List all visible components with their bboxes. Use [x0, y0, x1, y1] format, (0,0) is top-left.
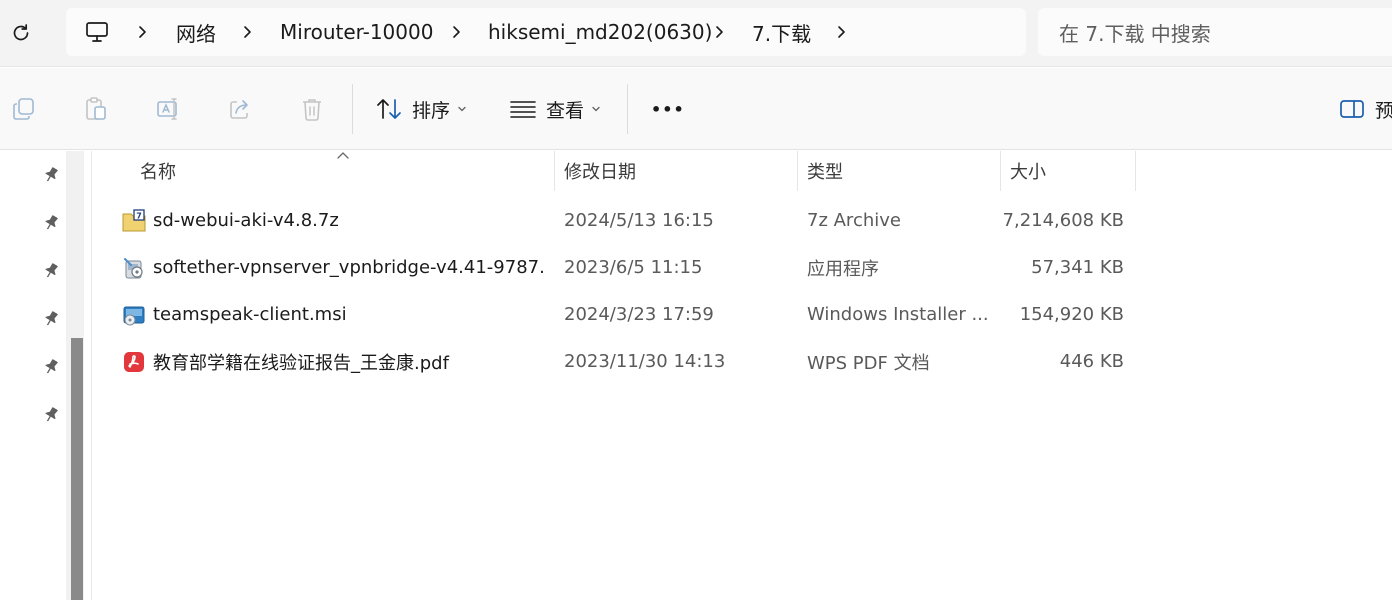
copy-button[interactable] [7, 92, 41, 126]
chevron-down-icon [592, 106, 600, 112]
breadcrumb-item-drive[interactable]: hiksemi_md202(0630) [488, 8, 712, 56]
file-type: Windows Installer ... [807, 304, 987, 325]
column-header-row: 名称 修改日期 类型 大小 [92, 151, 1392, 191]
toolbar-divider [352, 84, 353, 134]
command-bar: 排序 查看 ••• 预 [0, 68, 1392, 150]
chevron-right-icon[interactable] [713, 25, 727, 39]
file-size: 57,341 KB [1031, 257, 1124, 278]
view-label: 查看 [546, 99, 585, 122]
file-modified: 2024/5/13 16:15 [564, 210, 714, 231]
copy-icon [13, 98, 34, 120]
refresh-button[interactable] [6, 18, 36, 48]
file-row[interactable]: 教育部学籍在线验证报告_王金康.pdf 2023/11/30 14:13 WPS… [92, 338, 1392, 385]
file-size: 446 KB [1059, 351, 1124, 372]
view-list-icon [510, 101, 536, 118]
svg-text:7: 7 [136, 212, 142, 221]
file-size: 7,214,608 KB [1002, 210, 1124, 231]
file-row[interactable]: softether-vpnserver_vpnbridge-v4.41-9787… [92, 244, 1392, 291]
pin-icon[interactable] [42, 214, 60, 232]
paste-button[interactable] [79, 92, 113, 126]
refresh-icon [13, 24, 29, 41]
file-size: 154,920 KB [1019, 304, 1124, 325]
file-name[interactable]: 教育部学籍在线验证报告_王金康.pdf [153, 338, 543, 385]
rename-icon [157, 98, 177, 120]
chevron-right-icon[interactable] [241, 25, 255, 39]
file-modified: 2024/3/23 17:59 [564, 304, 714, 325]
pin-icon[interactable] [42, 310, 60, 328]
breadcrumb-item-downloads[interactable]: 7.下载 [752, 8, 811, 56]
column-divider[interactable] [1000, 151, 1001, 191]
chevron-down-icon [458, 106, 466, 112]
share-button[interactable] [223, 92, 257, 126]
column-divider[interactable] [797, 151, 798, 191]
toolbar-divider [627, 84, 628, 134]
chevron-right-icon[interactable] [450, 25, 464, 39]
pin-icon[interactable] [42, 166, 60, 184]
preview-pane-button[interactable]: 预 [1339, 90, 1392, 128]
chevron-right-icon[interactable] [835, 25, 849, 39]
archive-7z-icon: 7 [122, 209, 146, 232]
more-icon: ••• [651, 99, 685, 119]
file-name[interactable]: sd-webui-aki-v4.8.7z [153, 197, 543, 244]
file-type: 应用程序 [807, 258, 879, 280]
column-header-type[interactable]: 类型 [807, 151, 997, 191]
column-header-modified[interactable]: 修改日期 [564, 151, 794, 191]
file-modified: 2023/11/30 14:13 [564, 351, 726, 372]
more-options-button[interactable]: ••• [651, 90, 685, 128]
paste-icon [86, 97, 106, 120]
nav-scrollbar-thumb[interactable] [71, 338, 83, 600]
pin-icon[interactable] [42, 358, 60, 376]
column-divider[interactable] [1135, 151, 1136, 191]
computer-icon[interactable] [85, 21, 109, 43]
preview-pane-icon [1340, 100, 1364, 118]
msi-installer-icon [123, 306, 145, 326]
search-input[interactable]: 在 7.下载 中搜索 [1038, 8, 1392, 56]
file-modified: 2023/6/5 11:15 [564, 257, 703, 278]
rename-button[interactable] [151, 92, 185, 126]
file-type: 7z Archive [807, 210, 901, 231]
column-divider[interactable] [554, 151, 555, 191]
file-name[interactable]: softether-vpnserver_vpnbridge-v4.41-9787… [153, 244, 543, 291]
pin-icon[interactable] [42, 406, 60, 424]
view-button[interactable]: 查看 [510, 90, 611, 128]
breadcrumb-item-network[interactable]: 网络 [176, 8, 216, 56]
column-header-name[interactable]: 名称 [140, 151, 550, 191]
pdf-icon [124, 352, 144, 372]
chevron-right-icon[interactable] [136, 25, 150, 39]
column-header-size[interactable]: 大小 [1010, 151, 1130, 191]
sort-icon [377, 99, 401, 119]
file-row[interactable]: teamspeak-client.msi 2024/3/23 17:59 Win… [92, 291, 1392, 338]
address-bar-row: 网络 Mirouter-10000 hiksemi_md202(0630) 7.… [0, 0, 1392, 67]
sort-label: 排序 [412, 99, 451, 122]
file-type: WPS PDF 文档 [807, 352, 930, 374]
file-name[interactable]: teamspeak-client.msi [153, 291, 543, 338]
share-icon [230, 100, 248, 119]
sort-button[interactable]: 排序 [376, 90, 477, 128]
setup-exe-icon [124, 258, 143, 279]
pin-icon[interactable] [42, 262, 60, 280]
trash-icon [303, 99, 321, 121]
delete-button[interactable] [295, 92, 329, 126]
breadcrumb[interactable]: 网络 Mirouter-10000 hiksemi_md202(0630) 7.… [66, 8, 1026, 56]
breadcrumb-item-router[interactable]: Mirouter-10000 [280, 8, 433, 56]
preview-label: 预 [1375, 99, 1392, 122]
file-row[interactable]: 7 sd-webui-aki-v4.8.7z 2024/5/13 16:15 7… [92, 197, 1392, 244]
